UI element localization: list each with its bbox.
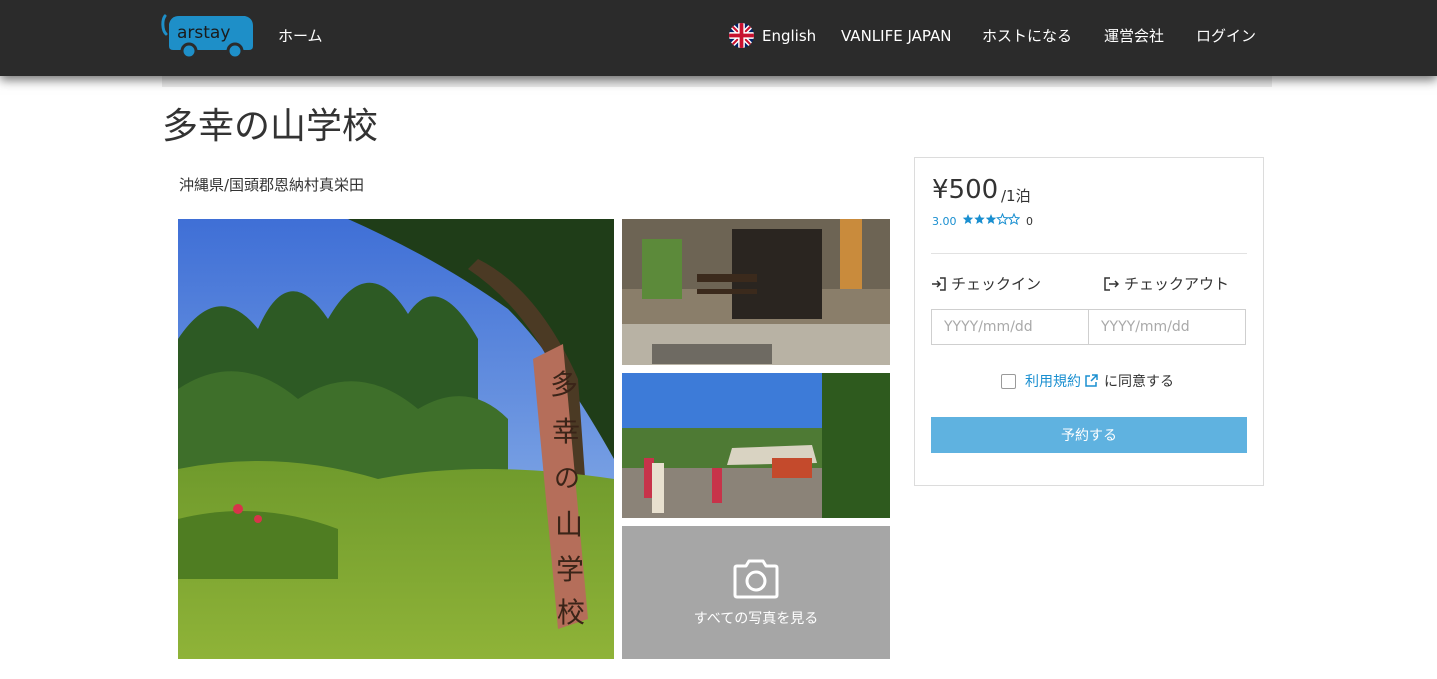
camera-icon xyxy=(733,559,779,599)
terms-agree-checkbox[interactable] xyxy=(1001,374,1016,389)
checkout-label: チェックアウト xyxy=(1104,273,1229,294)
checkin-label-text: チェックイン xyxy=(951,275,1042,293)
booking-card: ¥500 /1泊 3.00 0 チェックイン チェックアウト 利用規約 に同意す… xyxy=(914,157,1264,486)
rating-stars-icon xyxy=(962,213,1020,225)
terms-link[interactable]: 利用規約 xyxy=(1025,371,1098,391)
rating-value: 3.00 xyxy=(932,215,957,228)
svg-text:山: 山 xyxy=(555,508,583,541)
logo-text: arstay xyxy=(177,23,230,43)
svg-text:学: 学 xyxy=(556,553,584,586)
main-photo[interactable]: 多 幸 の 山 学 校 xyxy=(178,219,614,659)
sign-out-icon xyxy=(1104,277,1120,291)
book-button[interactable]: 予約する xyxy=(931,417,1247,453)
external-link-icon xyxy=(1085,374,1098,387)
checkout-date-input[interactable] xyxy=(1088,309,1246,345)
terms-agree-text: に同意する xyxy=(1104,374,1174,390)
nav-login[interactable]: ログイン xyxy=(1196,26,1256,46)
svg-text:校: 校 xyxy=(557,596,585,629)
review-count: 0 xyxy=(1026,215,1033,228)
page-title: 多幸の山学校 xyxy=(162,106,379,147)
nav-company[interactable]: 運営会社 xyxy=(1104,26,1164,46)
card-divider xyxy=(931,253,1247,254)
gallery-photo-2[interactable] xyxy=(622,219,890,365)
nav-become-host[interactable]: ホストになる xyxy=(982,26,1072,46)
top-navbar: arstay ホーム English VANLIFE JAPAN ホストになる … xyxy=(0,0,1437,76)
checkout-label-text: チェックアウト xyxy=(1124,275,1230,293)
star-filled-icon xyxy=(962,214,974,224)
svg-text:多: 多 xyxy=(550,368,578,401)
carstay-logo[interactable]: arstay xyxy=(161,14,257,60)
price-unit: /1泊 xyxy=(1001,187,1031,205)
price: ¥500 xyxy=(932,175,999,205)
breadcrumb-bar xyxy=(162,76,1272,87)
uk-flag-icon[interactable] xyxy=(729,23,754,48)
checkin-date-input[interactable] xyxy=(931,309,1089,345)
terms-link-text[interactable]: 利用規約 xyxy=(1025,374,1081,390)
star-empty-icon xyxy=(1007,213,1020,225)
sign-in-icon xyxy=(932,277,946,291)
svg-text:の: の xyxy=(554,464,580,494)
star-empty-icon xyxy=(996,213,1009,225)
nav-vanlife-japan[interactable]: VANLIFE JAPAN xyxy=(841,26,951,46)
nav-home[interactable]: ホーム xyxy=(278,26,323,46)
svg-text:幸: 幸 xyxy=(552,415,580,448)
nav-language-english[interactable]: English xyxy=(762,26,816,46)
view-all-photos-label: すべての写真を見る xyxy=(693,611,819,627)
star-filled-icon xyxy=(974,214,985,224)
view-all-photos-button[interactable]: すべての写真を見る xyxy=(622,526,890,659)
star-filled-icon xyxy=(985,214,997,224)
checkin-label: チェックイン xyxy=(931,273,1041,294)
listing-address: 沖縄県/国頭郡恩納村真栄田 xyxy=(179,176,365,194)
logo-van-icon: arstay xyxy=(161,14,253,60)
gallery-photo-3[interactable] xyxy=(622,373,890,518)
